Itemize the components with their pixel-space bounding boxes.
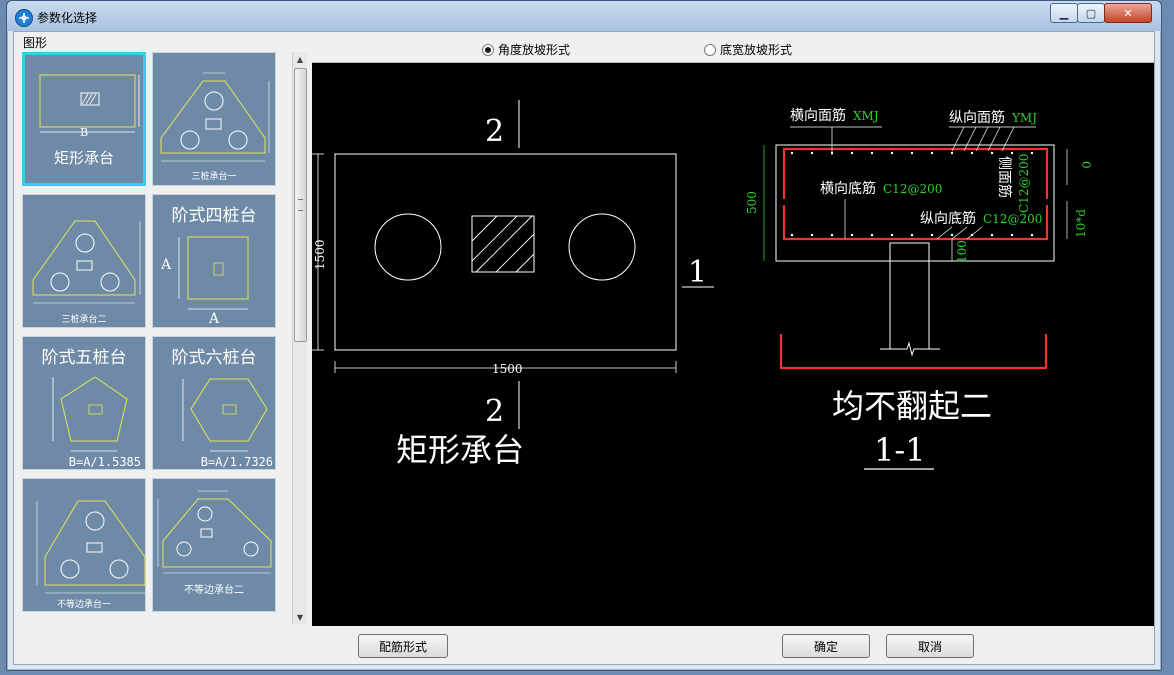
label-side-val: C12@200: [1017, 154, 1031, 213]
column-break: [880, 261, 940, 357]
close-button[interactable]: ✕: [1104, 3, 1152, 23]
column-hatch: [471, 215, 535, 273]
thumb-sub: B=A/1.7326: [200, 455, 273, 469]
thumb-stepped-five[interactable]: 阶式五桩台 B=A/1.5385: [22, 336, 146, 470]
thumb-three-pile-1[interactable]: 三桩承台一: [152, 52, 276, 186]
rebar-form-button[interactable]: 配筋形式: [358, 634, 448, 658]
label-ymj: 纵向面筋: [949, 109, 1005, 126]
thumb-label: 阶式六桩台: [171, 348, 257, 368]
plan-caption: 矩形承台: [396, 431, 524, 469]
section-mark-side: 1: [688, 255, 707, 290]
scroll-up-icon[interactable]: ▲: [293, 52, 307, 66]
dialog-window: 参数化选择 ▁ ▢ ✕ 图形 B 矩形承台 三桩承台一 三桩承台二 阶式四桩台 …: [6, 0, 1162, 671]
section-title: 1-1: [874, 431, 926, 469]
slope-options: 角度放坡形式 底宽放坡形式: [312, 32, 1154, 63]
radio-checked-icon: [482, 43, 494, 56]
thumb-unequal-2[interactable]: 不等边承台二: [152, 478, 276, 612]
label-xmj: 横向面筋: [790, 107, 846, 124]
thumb-label: 阶式五桩台: [41, 348, 127, 368]
label-bottom-y: 纵向底筋: [920, 210, 976, 227]
thumb-stepped-six[interactable]: 阶式六桩台 B=A/1.7326: [152, 336, 276, 470]
dim-bottom: 100: [955, 240, 969, 263]
thumb-label: 三桩承台二: [61, 315, 107, 325]
thumb-sub: A: [208, 311, 220, 327]
thumb-stepped-four[interactable]: 阶式四桩台 A A: [152, 194, 276, 328]
label-side: 侧面筋: [996, 156, 1013, 198]
dim-top: 0: [1079, 161, 1093, 169]
label-bottom-x-val: C12@200: [883, 182, 942, 196]
dialog-client: 图形 B 矩形承台 三桩承台一 三桩承台二 阶式四桩台 A A 阶式五桩台 B=…: [13, 31, 1155, 665]
gallery-scrollbar[interactable]: ▲ ▼: [292, 52, 307, 624]
thumb-label: 不等边承台一: [56, 600, 111, 610]
window-title: 参数化选择: [37, 11, 98, 25]
dim-anchor: 10*d: [1074, 209, 1088, 238]
dim-height: 1500: [313, 239, 327, 270]
dim-width: 1500: [492, 362, 523, 376]
ok-button[interactable]: 确定: [782, 634, 870, 658]
grip-icon: [298, 199, 303, 211]
scroll-down-icon[interactable]: ▼: [293, 610, 307, 624]
section-caption: 均不翻起二: [832, 387, 992, 425]
label-xmj-code: XMJ: [853, 109, 879, 123]
radio-unchecked-icon: [704, 43, 716, 56]
app-icon: [15, 9, 33, 27]
preview-panel: 角度放坡形式 底宽放坡形式 2 2 1 1500 1500 矩形承台 横向面筋 …: [312, 32, 1154, 628]
title-bar[interactable]: 参数化选择 ▁ ▢ ✕: [7, 1, 1161, 31]
cad-drawing: 2 2 1 1500 1500 矩形承台 横向面筋 XMJ 纵向面筋 YMJ 横…: [312, 100, 1093, 470]
close-icon: ✕: [1123, 6, 1133, 20]
plan-view: 2 2 1 1500 1500 矩形承台: [312, 100, 714, 469]
drawing-canvas: 2 2 1 1500 1500 矩形承台 横向面筋 XMJ 纵向面筋 YMJ 横…: [312, 63, 1154, 626]
thumb-label: 矩形承台: [53, 149, 114, 167]
maximize-button[interactable]: ▢: [1077, 3, 1105, 23]
thumb-label: 不等边承台二: [184, 585, 244, 596]
group-label: 图形: [23, 36, 48, 50]
section-mark-top: 2: [485, 114, 504, 149]
thumb-three-pile-2[interactable]: 三桩承台二: [22, 194, 146, 328]
thumb-rect-cap[interactable]: B 矩形承台: [22, 52, 146, 186]
minimize-button[interactable]: ▁: [1050, 3, 1078, 23]
thumb-sub: B: [79, 126, 89, 139]
thumb-label: 阶式四桩台: [171, 206, 257, 226]
radio-label: 底宽放坡形式: [720, 43, 793, 57]
label-ymj-code: YMJ: [1011, 111, 1037, 125]
radio-angle-slope[interactable]: 角度放坡形式: [482, 41, 570, 58]
thumb-label: 三桩承台一: [191, 172, 237, 182]
section-mark-bottom: 2: [485, 394, 504, 429]
cap-outline: [334, 153, 677, 351]
thumb-unequal-1[interactable]: 不等边承台一: [22, 478, 146, 612]
pile-circle-left: [374, 213, 442, 281]
pile-circle-right: [568, 213, 636, 281]
dim-cap-height: 500: [745, 191, 759, 214]
minimize-icon: ▁: [1059, 6, 1069, 20]
label-bottom-x: 横向底筋: [820, 180, 876, 197]
scroll-thumb[interactable]: [294, 68, 307, 342]
dialog-footer: 配筋形式 确定 取消: [14, 628, 1154, 664]
cancel-button[interactable]: 取消: [886, 634, 974, 658]
section-view: 横向面筋 XMJ 纵向面筋 YMJ 横向底筋 C12@200 纵向底筋 C12@…: [745, 107, 1093, 470]
shape-gallery: B 矩形承台 三桩承台一 三桩承台二 阶式四桩台 A A 阶式五桩台 B=A/1…: [22, 52, 288, 624]
radio-width-slope[interactable]: 底宽放坡形式: [704, 41, 792, 58]
thumb-sub: B=A/1.5385: [68, 455, 141, 469]
shape-panel: 图形 B 矩形承台 三桩承台一 三桩承台二 阶式四桩台 A A 阶式五桩台 B=…: [14, 32, 310, 628]
radio-label: 角度放坡形式: [498, 43, 571, 57]
thumb-sub-side: A: [161, 257, 172, 273]
label-bottom-y-val: C12@200: [983, 212, 1042, 226]
maximize-icon: ▢: [1085, 6, 1097, 20]
